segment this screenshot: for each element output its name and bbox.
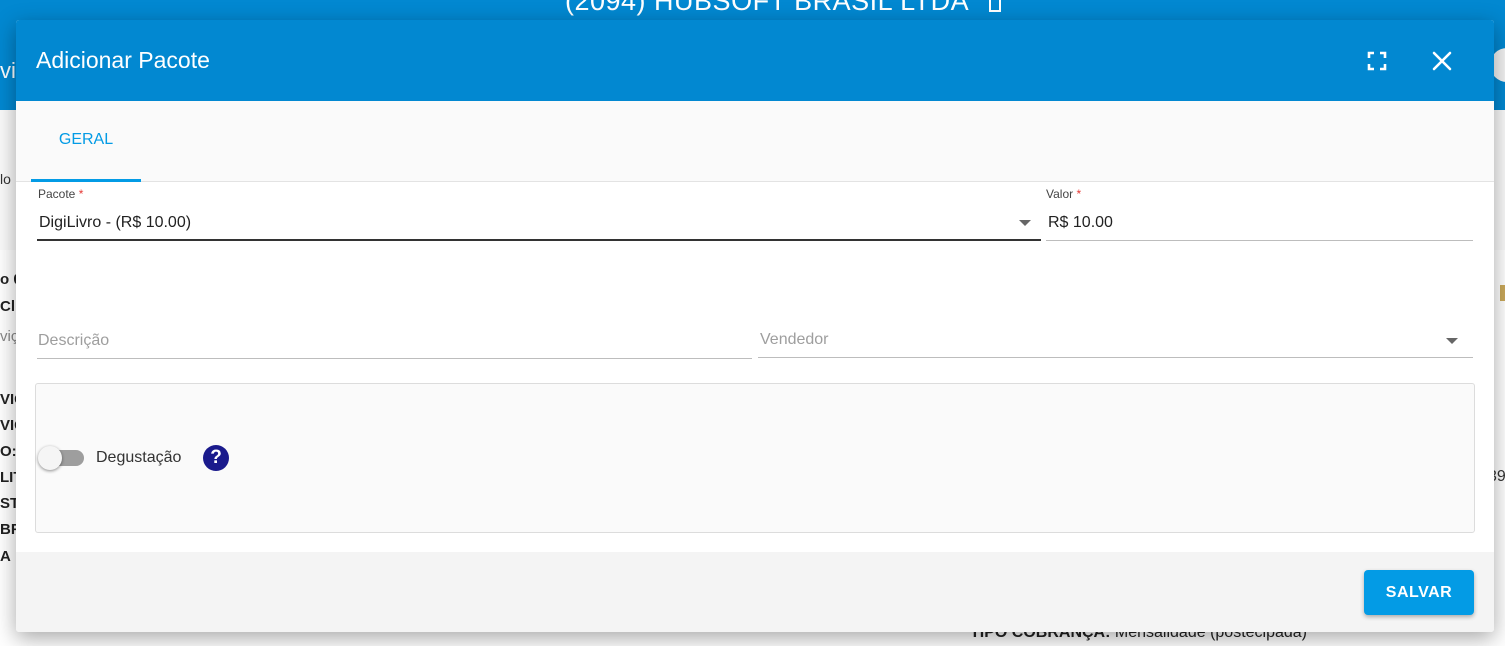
package-underline	[37, 239, 1041, 241]
background-marker	[1500, 285, 1505, 301]
fullscreen-icon[interactable]	[1364, 48, 1390, 74]
seller-underline	[758, 357, 1473, 358]
required-mark: *	[78, 187, 84, 201]
seller-select[interactable]: Vendedor	[760, 331, 829, 349]
value-underline	[1046, 240, 1473, 241]
help-icon[interactable]: ?	[203, 445, 229, 471]
dialog-footer	[16, 552, 1494, 632]
dialog-title: Adicionar Pacote	[36, 47, 210, 73]
copy-icon	[989, 0, 1001, 12]
save-button[interactable]: SALVAR	[1364, 570, 1474, 615]
package-field-label: Pacote *	[38, 187, 83, 201]
trial-panel	[35, 383, 1475, 533]
description-underline	[37, 358, 752, 359]
close-icon[interactable]	[1429, 48, 1455, 74]
tab-geral[interactable]: GERAL	[31, 101, 141, 182]
toggle-thumb	[38, 446, 62, 470]
background-title: (2094) HUBSOFT BRASIL LTDA	[565, 0, 970, 16]
dropdown-caret-icon[interactable]	[1446, 338, 1458, 344]
value-input[interactable]: R$ 10.00	[1048, 214, 1468, 232]
description-input[interactable]: Descrição	[38, 332, 109, 350]
value-label-text: Valor	[1046, 187, 1074, 201]
background-sublabel: lo	[0, 171, 11, 187]
value-field-label: Valor *	[1046, 187, 1081, 201]
required-mark: *	[1076, 187, 1082, 201]
package-select[interactable]: DigiLivro - (R$ 10.00)	[39, 214, 999, 232]
tab-bar: GERAL	[16, 101, 1494, 182]
background-line: A	[0, 548, 11, 565]
dropdown-caret-icon[interactable]	[1019, 220, 1031, 226]
trial-toggle-label: Degustação	[96, 449, 182, 466]
package-label-text: Pacote	[38, 187, 76, 201]
add-package-dialog: Adicionar Pacote GERAL Pacote * DigiLivr…	[16, 20, 1494, 632]
trial-toggle[interactable]	[38, 446, 84, 470]
background-line: O:	[0, 443, 17, 460]
dialog-header: Adicionar Pacote	[16, 20, 1494, 101]
